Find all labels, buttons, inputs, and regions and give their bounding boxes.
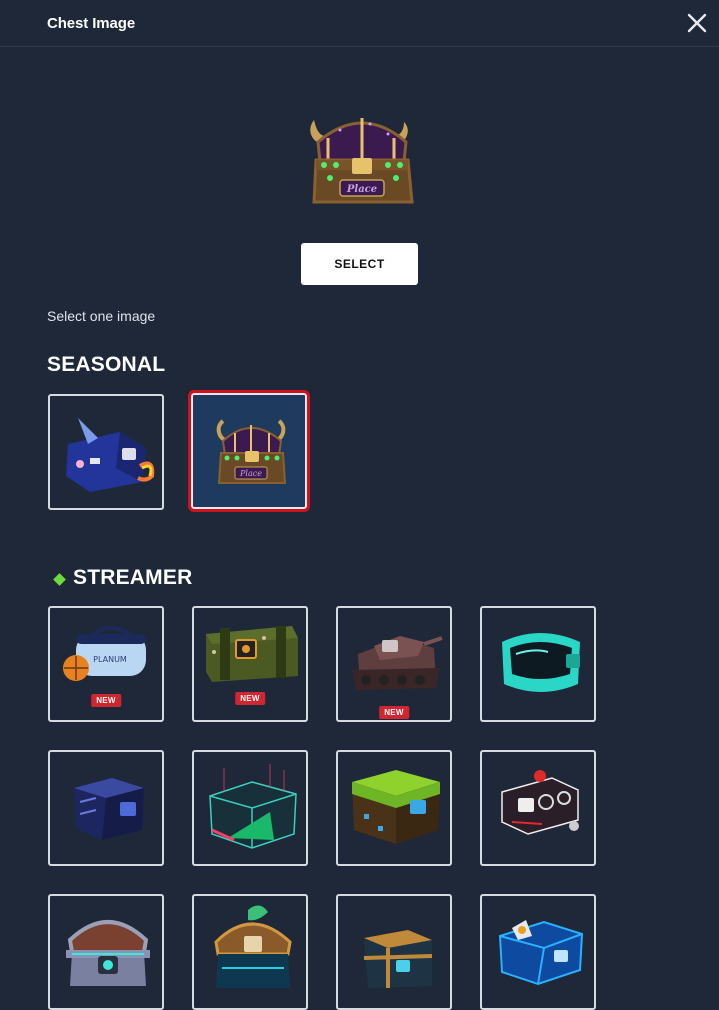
chest-option-neon-glass[interactable]: [192, 750, 308, 866]
section-title-seasonal: SEASONAL: [47, 353, 166, 376]
chest-option-seasonal-unicorn[interactable]: [48, 394, 164, 510]
chest-option-military-crate[interactable]: NEW: [192, 606, 308, 722]
chest-option-seasonal-purple-gold[interactable]: Place: [188, 390, 310, 512]
chest-option-goggles[interactable]: [480, 606, 596, 722]
svg-text:Place: Place: [239, 469, 262, 478]
chest-option-blue-tech-chest[interactable]: [480, 894, 596, 1010]
chest-option-dark-blue-cube[interactable]: [48, 750, 164, 866]
new-badge: NEW: [235, 692, 265, 705]
modal-title: Chest Image: [47, 15, 136, 32]
chest-preview-image: Place: [300, 100, 425, 220]
svg-text:PLANUM: PLANUM: [93, 655, 127, 664]
chest-option-silver-chest[interactable]: [48, 894, 164, 1010]
svg-text:Place: Place: [346, 184, 377, 195]
chest-option-gym-bag[interactable]: PLANUM NEW: [48, 606, 164, 722]
instruction-text: Select one image: [47, 308, 156, 324]
chest-option-bronze-crate[interactable]: [336, 894, 452, 1010]
section-title-streamer-label: STREAMER: [73, 566, 193, 589]
select-button[interactable]: SELECT: [301, 243, 418, 285]
close-icon[interactable]: [684, 10, 710, 36]
diamond-icon: [53, 572, 66, 586]
chest-option-tank[interactable]: NEW: [336, 606, 452, 722]
new-badge: NEW: [379, 706, 409, 719]
header-bar: Chest Image: [0, 0, 719, 47]
chest-option-steampunk[interactable]: [480, 750, 596, 866]
chest-option-grass-block[interactable]: [336, 750, 452, 866]
section-title-streamer: STREAMER: [53, 566, 193, 590]
chest-option-leaf-chest[interactable]: [192, 894, 308, 1010]
new-badge: NEW: [91, 694, 121, 707]
